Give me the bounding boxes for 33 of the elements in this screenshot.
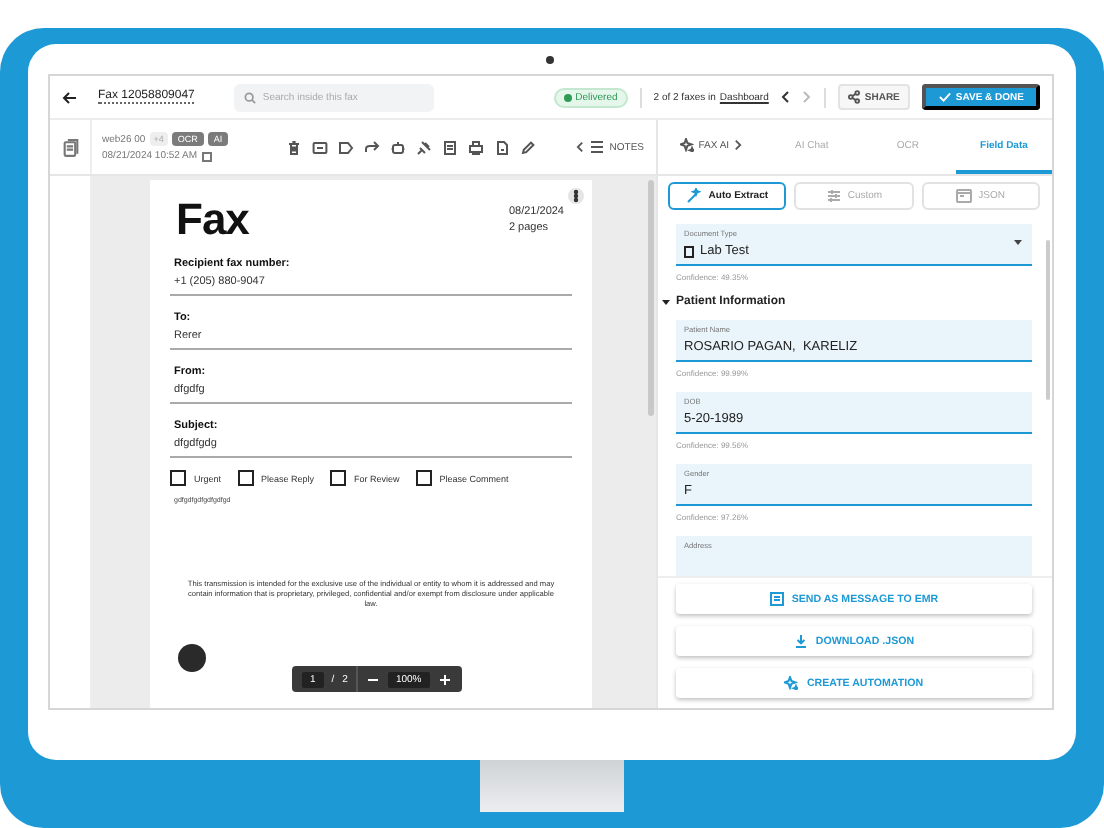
message-icon (769, 592, 784, 606)
chevron-left-icon (575, 140, 584, 154)
folder-icon[interactable] (312, 139, 328, 155)
tag-icon[interactable] (338, 139, 354, 155)
monitor-stand (480, 760, 624, 812)
dropdown-caret-icon (1014, 240, 1022, 246)
sparkle-icon (680, 138, 695, 152)
pages-icon[interactable] (61, 137, 79, 157)
file-icon[interactable] (494, 139, 510, 155)
fax-heading: Fax (176, 198, 249, 242)
window-icon (956, 188, 973, 204)
forward-arrow-icon[interactable] (364, 139, 380, 155)
status-dot (563, 93, 572, 101)
download-icon (793, 634, 808, 648)
trash-icon[interactable] (286, 139, 302, 155)
sparkle-icon (784, 676, 799, 690)
more-vertical-icon[interactable] (568, 188, 584, 204)
robot-icon[interactable] (390, 139, 406, 155)
sliders-icon (825, 188, 842, 204)
list-icon (589, 140, 604, 154)
check-icon (937, 90, 952, 104)
plus-icon[interactable] (437, 673, 452, 685)
printer-icon[interactable] (468, 139, 484, 155)
back-arrow-icon[interactable] (62, 89, 78, 105)
share-icon (848, 90, 861, 104)
pencil-icon[interactable] (520, 139, 536, 155)
camera-dot (546, 56, 554, 64)
magic-wand-icon (686, 188, 703, 204)
search-icon (244, 91, 257, 103)
minus-icon[interactable] (365, 673, 380, 685)
chevron-right-icon (733, 138, 742, 152)
logo-circle (178, 643, 206, 672)
chevron-left-icon[interactable] (780, 90, 791, 104)
